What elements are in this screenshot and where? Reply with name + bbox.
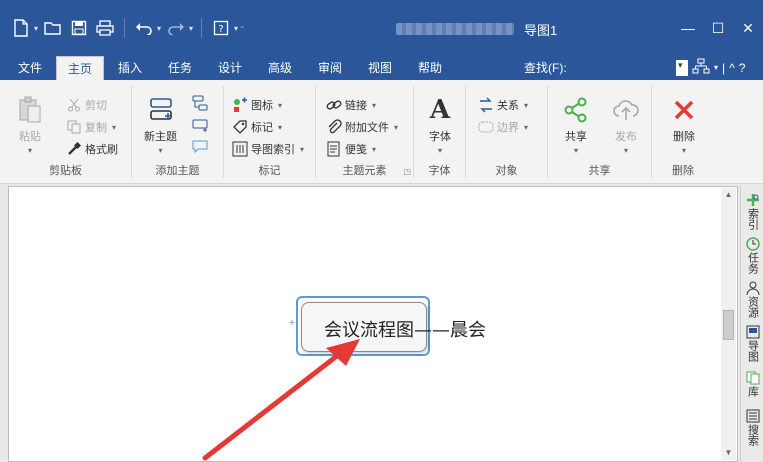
side-tab-resource-label: 资源 — [746, 296, 759, 318]
side-panel: 索引 任务 资源 导图 库 搜索 — [740, 186, 763, 462]
side-tab-search[interactable]: 搜索 — [743, 408, 762, 446]
side-tab-library[interactable]: 库 — [743, 370, 762, 397]
annotation-arrow — [202, 339, 360, 461]
side-tab-index-label: 索引 — [746, 208, 759, 230]
library-icon — [745, 370, 761, 386]
map-icon — [745, 324, 761, 340]
side-tab-task-label: 任务 — [746, 252, 759, 274]
side-tab-map[interactable]: 导图 — [743, 324, 762, 362]
search-icon — [745, 408, 761, 424]
side-tab-map-label: 导图 — [746, 340, 759, 362]
resource-icon — [745, 280, 761, 296]
task-icon — [745, 236, 761, 252]
side-tab-index[interactable]: 索引 — [743, 192, 762, 230]
side-tab-search-label: 搜索 — [746, 424, 759, 446]
side-tab-task[interactable]: 任务 — [743, 236, 762, 274]
side-tab-resource[interactable]: 资源 — [743, 280, 762, 318]
index-icon — [745, 192, 761, 208]
side-tab-library-label: 库 — [746, 386, 759, 397]
